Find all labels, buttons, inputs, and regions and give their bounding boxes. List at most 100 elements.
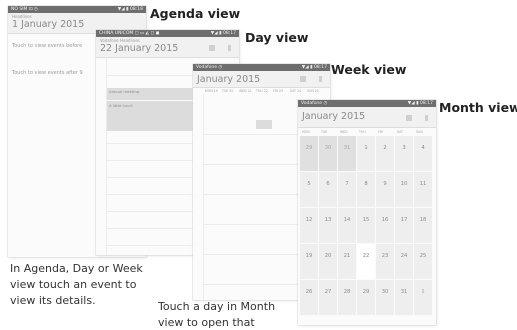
day-header-tue: TUE 20 <box>222 89 234 93</box>
menu-icon[interactable] <box>319 76 322 82</box>
status-bar: NO SIM ⊡ ◷ ▼◢ ▮ 08:18 <box>8 6 146 13</box>
status-left: CHINA UNICOM ◻ ▭ ◭ ◻ ◼ <box>99 31 160 36</box>
day-cell-28[interactable]: 28 <box>338 280 356 315</box>
day-header-sun: SUN 25 <box>307 89 319 93</box>
day-cell-1[interactable]: 1 <box>414 280 432 315</box>
calendar-icon[interactable] <box>209 45 215 51</box>
day-number: 29 <box>362 289 370 295</box>
day-number: 31 <box>343 145 351 151</box>
day-number: 30 <box>381 289 389 295</box>
status-bar: Vodafone ◷ ▼◢ ▮ 08:17 <box>193 64 330 71</box>
day-cell-26[interactable]: 26 <box>300 280 318 315</box>
day-cell-31[interactable]: 31 <box>338 136 356 171</box>
day-cell-10[interactable]: 10 <box>395 172 413 207</box>
day-cell-16[interactable]: 16 <box>376 208 394 243</box>
day-cell-21[interactable]: 21 <box>338 244 356 279</box>
day-header-fri: FRI 23 <box>273 89 284 93</box>
view-events-after-link[interactable]: Touch to view events after 9 <box>12 70 83 76</box>
day-cell-1[interactable]: 1 <box>357 136 375 171</box>
status-right: ▼◢ ▮ 08:17 <box>210 31 236 36</box>
week-event[interactable] <box>256 120 272 129</box>
status-bar: Vodafone ◷ ▼◢ ▮ 08:17 <box>298 100 436 107</box>
day-number: 29 <box>305 145 313 151</box>
event-label: Annual meeting <box>109 89 140 94</box>
day-cell-29[interactable]: 29 <box>357 280 375 315</box>
event-label: A little lunch <box>109 103 133 108</box>
header-date[interactable]: January 2015 <box>302 111 365 122</box>
day-cell-25[interactable]: 25 <box>414 244 432 279</box>
day-cell-31[interactable]: 31 <box>395 280 413 315</box>
weekday-sun: SUN <box>416 130 423 134</box>
day-cell-30[interactable]: 30 <box>376 280 394 315</box>
weekday-wed: WED <box>340 130 348 134</box>
caption-left-line1: In Agenda, Day or Week <box>10 262 143 275</box>
day-cell-12[interactable]: 12 <box>300 208 318 243</box>
day-cell-13[interactable]: 13 <box>319 208 337 243</box>
day-cell-29[interactable]: 29 <box>300 136 318 171</box>
day-header-thu: THU 22 <box>256 89 268 93</box>
day-cell-4[interactable]: 4 <box>414 136 432 171</box>
header-date[interactable]: 1 January 2015 <box>12 19 84 30</box>
header-date[interactable]: 22 January 2015 <box>100 43 178 54</box>
status-right: ▼◢ ▮ 08:17 <box>301 65 327 70</box>
day-cell-24[interactable]: 24 <box>395 244 413 279</box>
view-events-before-link[interactable]: Touch to view events before <box>12 43 82 49</box>
day-number: 30 <box>324 145 332 151</box>
caption-left-line2: view touch an event to <box>10 278 137 291</box>
day-cell-5[interactable]: 5 <box>300 172 318 207</box>
day-number: 17 <box>400 217 408 223</box>
month-view-screenshot: Vodafone ◷ ▼◢ ▮ 08:17 January 2015 MON TU… <box>298 100 436 325</box>
status-left: Vodafone ◷ <box>301 101 328 106</box>
day-view-title: Day view <box>245 30 309 45</box>
day-number: 27 <box>324 289 332 295</box>
day-cell-7[interactable]: 7 <box>338 172 356 207</box>
day-header: Vodafone Headlines 22 January 2015 <box>96 37 239 58</box>
day-number: 14 <box>343 217 351 223</box>
day-cell-17[interactable]: 17 <box>395 208 413 243</box>
day-number: 8 <box>364 181 368 187</box>
day-number: 4 <box>421 145 425 151</box>
weekday-fri: FRI <box>378 130 383 134</box>
menu-icon[interactable] <box>425 115 428 121</box>
day-number: 24 <box>400 253 408 259</box>
day-number: 25 <box>419 253 427 259</box>
day-cell-15[interactable]: 15 <box>357 208 375 243</box>
agenda-view-title: Agenda view <box>150 6 241 21</box>
day-number: 22 <box>362 253 370 259</box>
week-header: January 2015 <box>193 71 330 88</box>
caption-left-line3: view its details. <box>10 294 96 307</box>
day-cell-6[interactable]: 6 <box>319 172 337 207</box>
calendar-icon[interactable] <box>300 76 306 82</box>
day-number: 7 <box>345 181 349 187</box>
day-cell-19[interactable]: 19 <box>300 244 318 279</box>
weekday-tue: TUE <box>321 130 328 134</box>
day-cell-30[interactable]: 30 <box>319 136 337 171</box>
weekday-thu: THU <box>359 130 366 134</box>
day-number: 5 <box>307 181 311 187</box>
day-number: 16 <box>381 217 389 223</box>
day-cell-14[interactable]: 14 <box>338 208 356 243</box>
day-number: 18 <box>419 217 427 223</box>
day-cell-27[interactable]: 27 <box>319 280 337 315</box>
day-cell-11[interactable]: 11 <box>414 172 432 207</box>
day-cell-9[interactable]: 9 <box>376 172 394 207</box>
day-cell-8[interactable]: 8 <box>357 172 375 207</box>
menu-icon[interactable] <box>228 45 231 51</box>
day-cell-20[interactable]: 20 <box>319 244 337 279</box>
header-date[interactable]: January 2015 <box>197 74 260 85</box>
status-left: Vodafone ◷ <box>196 65 223 70</box>
day-cell-2[interactable]: 2 <box>376 136 394 171</box>
day-number: 1 <box>421 289 425 295</box>
day-header-mon: MON 19 <box>205 89 218 93</box>
day-cell-3[interactable]: 3 <box>395 136 413 171</box>
day-cell-23[interactable]: 23 <box>376 244 394 279</box>
day-cell-22[interactable]: 22 <box>357 244 375 279</box>
day-number: 20 <box>324 253 332 259</box>
day-number: 26 <box>305 289 313 295</box>
month-header: January 2015 <box>298 107 436 128</box>
day-cell-18[interactable]: 18 <box>414 208 432 243</box>
day-number: 12 <box>305 217 313 223</box>
day-number: 1 <box>364 145 368 151</box>
calendar-icon[interactable] <box>406 115 412 121</box>
day-number: 6 <box>326 181 330 187</box>
